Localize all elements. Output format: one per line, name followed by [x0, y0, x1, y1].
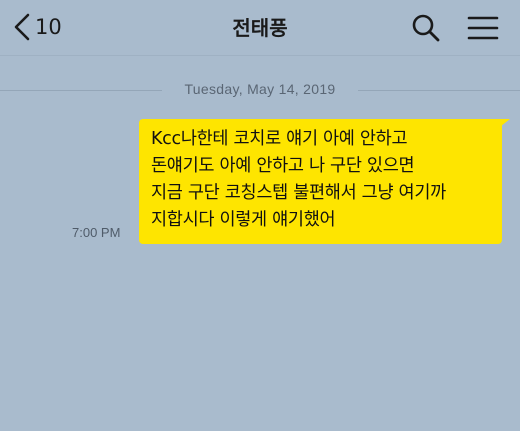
chat-header: 10 전태풍: [0, 0, 520, 56]
menu-button[interactable]: [466, 12, 500, 44]
message-line: 지합시다 이렇게 얘기했어: [151, 210, 336, 230]
hamburger-menu-icon: [467, 16, 499, 40]
message-line: 돈얘기도 아예 안하고 나 구단 있으면: [151, 156, 415, 176]
search-icon: [412, 14, 440, 42]
message-line: 지금 구단 코칭스텝 불편해서 그냥 여기까: [151, 183, 446, 203]
date-divider: Tuesday, May 14, 2019: [0, 80, 520, 100]
divider-line-left: [0, 90, 162, 91]
chat-title: 전태풍: [232, 16, 288, 40]
message-bubble[interactable]: Kcc나한테 코치로 얘기 아예 안하고 돈얘기도 아예 안하고 나 구단 있으…: [139, 119, 502, 244]
search-button[interactable]: [410, 12, 442, 44]
divider-line-right: [358, 90, 520, 91]
message-line: Kcc나한테 코치로 얘기 아예 안하고: [151, 129, 408, 149]
date-label: Tuesday, May 14, 2019: [184, 81, 336, 97]
message-timestamp: 7:00 PM: [72, 225, 121, 240]
